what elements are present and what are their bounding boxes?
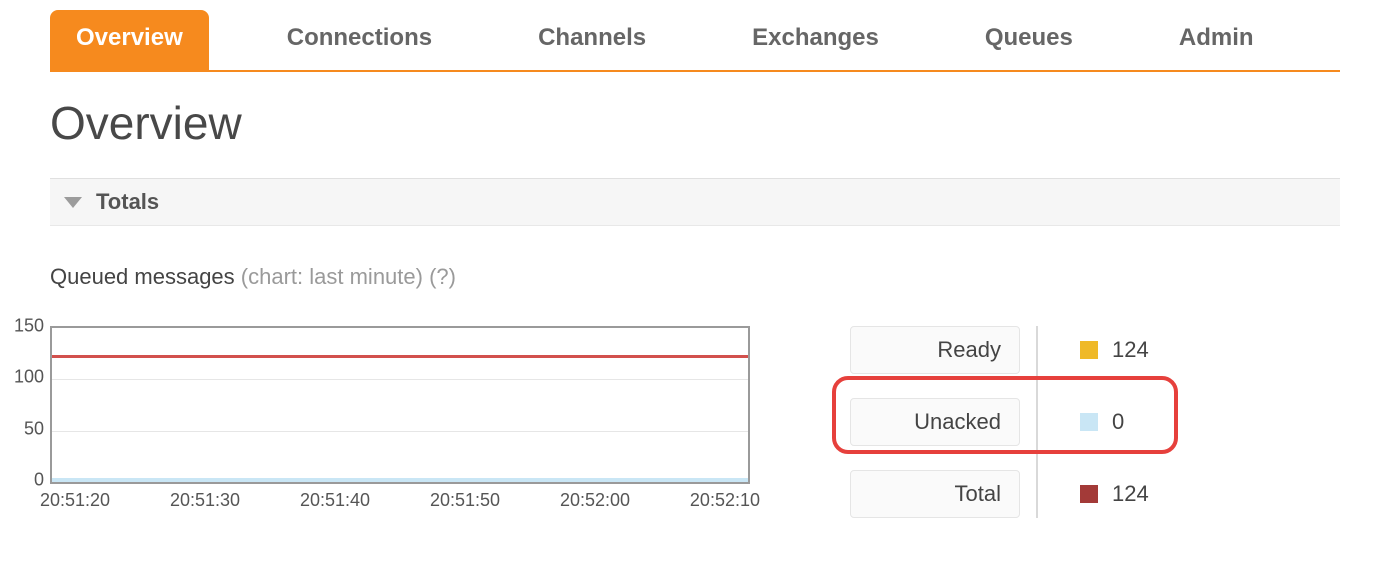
legend-total-value: 124	[1080, 481, 1149, 507]
page-title: Overview	[50, 96, 1340, 150]
swatch-unacked-icon	[1080, 413, 1098, 431]
legend-unacked-value: 0	[1080, 409, 1149, 435]
series-unacked	[52, 478, 748, 482]
x-tick: 20:52:10	[690, 490, 760, 511]
legend-ready-number: 124	[1112, 337, 1149, 363]
x-tick: 20:52:00	[560, 490, 630, 511]
swatch-total-icon	[1080, 485, 1098, 503]
section-totals-toggle[interactable]: Totals	[50, 178, 1340, 226]
legend-total-button[interactable]: Total	[850, 470, 1020, 518]
x-tick: 20:51:20	[40, 490, 110, 511]
tab-queues[interactable]: Queues	[967, 10, 1091, 70]
chart-legend: Ready 124 Unacked 0 Total 124	[850, 326, 1149, 518]
legend-unacked-number: 0	[1112, 409, 1124, 435]
tab-admin[interactable]: Admin	[1161, 10, 1272, 70]
tab-overview[interactable]: Overview	[50, 10, 209, 70]
legend-unacked-button[interactable]: Unacked	[850, 398, 1020, 446]
chevron-down-icon	[64, 197, 82, 208]
x-tick: 20:51:50	[430, 490, 500, 511]
tab-connections[interactable]: Connections	[269, 10, 450, 70]
queued-messages-chart: 050100150 20:51:2020:51:3020:51:4020:51:…	[50, 326, 760, 511]
x-tick: 20:51:40	[300, 490, 370, 511]
chart-title: Queued messages	[50, 264, 235, 289]
tab-exchanges[interactable]: Exchanges	[734, 10, 897, 70]
y-tick: 50	[0, 418, 44, 439]
y-tick: 0	[0, 470, 44, 491]
legend-ready-button[interactable]: Ready	[850, 326, 1020, 374]
y-tick: 100	[0, 367, 44, 388]
tab-channels[interactable]: Channels	[520, 10, 664, 70]
chart-range-select[interactable]: (chart: last minute)	[241, 264, 423, 289]
chart-caption: Queued messages (chart: last minute) (?)	[50, 264, 1340, 290]
nav-tabs: Overview Connections Channels Exchanges Queu…	[50, 8, 1340, 72]
legend-divider	[1036, 326, 1038, 518]
swatch-ready-icon	[1080, 341, 1098, 359]
chart-help-icon[interactable]: (?)	[429, 264, 456, 289]
series-ready	[52, 355, 748, 358]
section-title: Totals	[96, 189, 159, 215]
legend-ready-value: 124	[1080, 337, 1149, 363]
y-tick: 150	[0, 316, 44, 337]
legend-total-number: 124	[1112, 481, 1149, 507]
x-tick: 20:51:30	[170, 490, 240, 511]
